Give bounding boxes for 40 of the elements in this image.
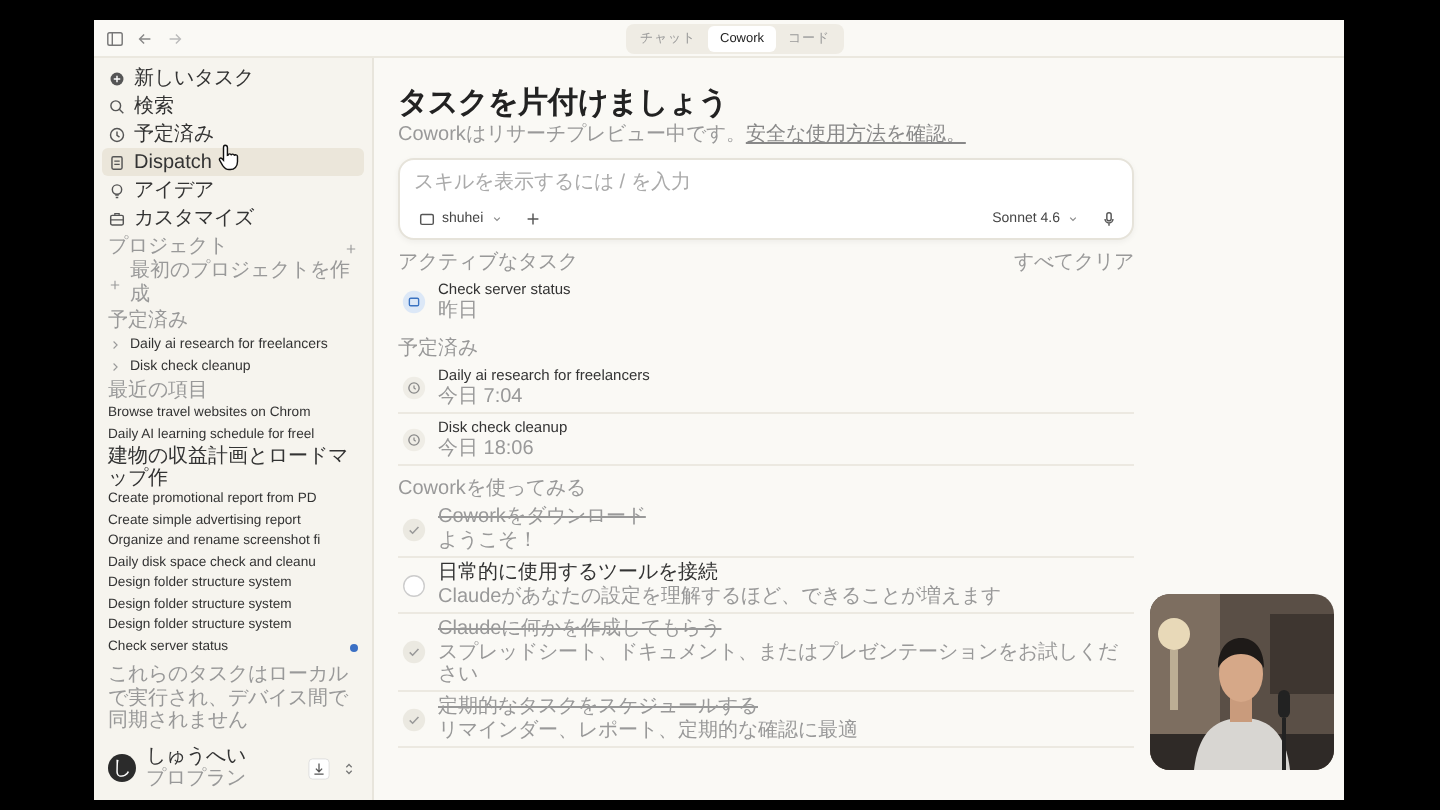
briefcase-icon xyxy=(108,209,126,227)
section-heading: 最近の項目 xyxy=(106,378,210,404)
sidebar-item[interactable]: Dispatch xyxy=(102,148,364,176)
recent-item[interactable]: 建物の収益計画とロードマップ作 xyxy=(102,446,364,490)
section-heading: Coworkを使ってみる xyxy=(398,478,586,502)
add-icon[interactable] xyxy=(523,210,542,228)
sync-note: これらのタスクはローカルで実行され、デバイス間で同期されません xyxy=(106,664,350,733)
sidebar-toggle-icon[interactable] xyxy=(106,29,124,47)
section-heading: 予定済み xyxy=(106,308,190,334)
microphone-icon[interactable] xyxy=(1100,210,1118,228)
onboarding-item[interactable]: 日常的に使用するツールを接続 Claudeがあなたの設定を理解するほど、できることが増えます xyxy=(398,558,1134,614)
sidebar-item[interactable]: 予定済み xyxy=(102,120,364,148)
folder-icon xyxy=(418,210,436,228)
download-icon[interactable] xyxy=(308,757,330,779)
plus-icon xyxy=(108,69,126,87)
clock-icon xyxy=(108,125,126,143)
preview-notice: Coworkはリサーチプレビュー中です。 xyxy=(398,124,746,146)
sidebar-item[interactable]: カスタマイズ xyxy=(102,204,364,232)
hand-cursor-icon xyxy=(218,142,240,172)
lightbulb-icon xyxy=(108,181,126,199)
search-icon xyxy=(108,97,126,115)
expand-icon[interactable] xyxy=(340,759,358,777)
chevron-down-icon xyxy=(1066,212,1080,226)
sidebar-item[interactable]: アイデア xyxy=(102,176,364,204)
back-arrow-icon[interactable] xyxy=(136,29,154,47)
clock-icon xyxy=(402,427,426,451)
sidebar-item[interactable]: 検索 xyxy=(102,92,364,120)
section-heading: 予定済み xyxy=(398,338,478,362)
user-plan: プロプラン xyxy=(146,768,248,790)
section-heading: アクティブなタスク xyxy=(398,252,578,276)
user-avatar[interactable]: し xyxy=(108,754,136,782)
chevron-down-icon xyxy=(489,212,504,226)
document-icon xyxy=(108,153,126,171)
user-name: しゅうへい xyxy=(146,746,248,768)
clock-icon xyxy=(402,375,426,399)
running-task-icon xyxy=(402,289,426,313)
sidebar-item[interactable]: 新しいタスク xyxy=(102,64,364,92)
page-title: タスクを片付けましょう xyxy=(398,86,730,122)
plus-icon xyxy=(108,277,122,291)
section-heading: プロジェクト xyxy=(108,236,228,259)
